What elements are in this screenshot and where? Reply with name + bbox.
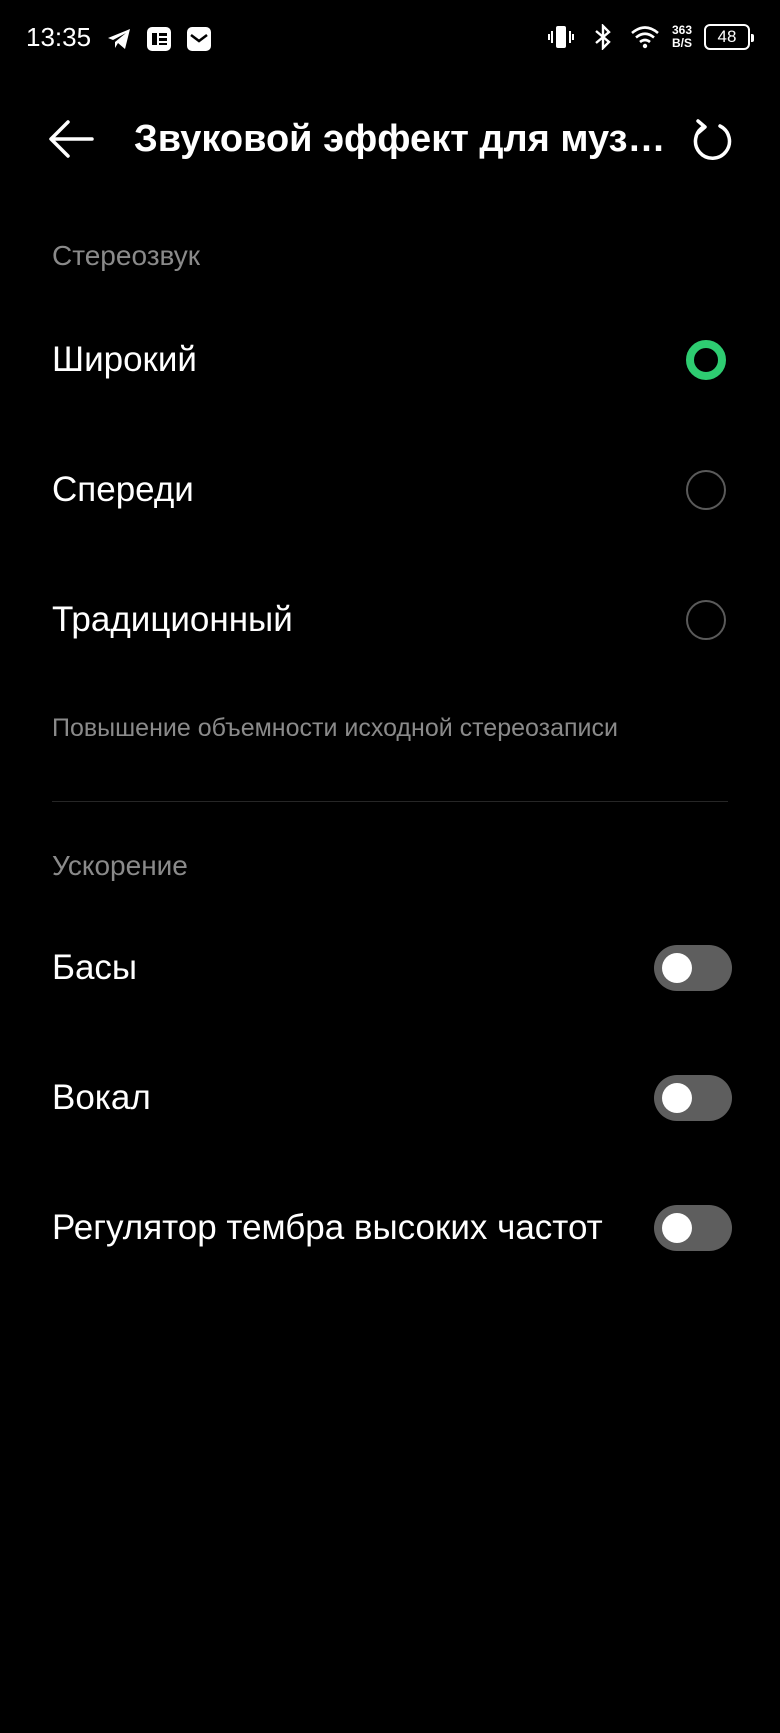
vibrate-icon [546, 22, 576, 52]
radio-selected[interactable] [686, 340, 726, 380]
network-speed: 363 B/S [672, 24, 692, 50]
screen: 13:35 363 B/S 48 Звуковой эффект для муз… [0, 0, 780, 1733]
toggle-label: Регулятор тембра высоких частот [52, 1208, 603, 1247]
battery-level: 48 [717, 27, 737, 46]
stereo-description: Повышение объемности исходной стереозапи… [52, 714, 618, 742]
stereo-option-label: Широкий [52, 340, 197, 379]
radio-unselected[interactable] [686, 600, 726, 640]
stereo-option-front[interactable]: Спереди [0, 440, 780, 540]
arrow-left-icon [49, 120, 94, 158]
radio-unselected[interactable] [686, 470, 726, 510]
toggle-knob [662, 1213, 692, 1243]
stereo-option-wide[interactable]: Широкий [0, 310, 780, 410]
page-title: Звуковой эффект для музыки [134, 118, 674, 160]
status-time: 13:35 [26, 22, 92, 52]
status-bar: 13:35 363 B/S 48 [0, 0, 780, 80]
news-icon [144, 24, 174, 54]
bluetooth-icon [588, 22, 618, 52]
wifi-icon [630, 22, 660, 52]
toggle-knob [662, 953, 692, 983]
app-header: Звуковой эффект для музыки [0, 100, 780, 180]
section-stereo-title: Стереозвук [52, 240, 201, 271]
divider [52, 801, 728, 802]
system-icons: 363 B/S 48 [546, 22, 754, 52]
notification-icons [104, 24, 214, 54]
toggle-row-treble[interactable]: Регулятор тембра высоких частот [0, 1178, 780, 1278]
stereo-option-label: Спереди [52, 470, 194, 509]
back-button[interactable] [46, 116, 96, 162]
reset-button[interactable] [690, 118, 734, 162]
telegram-icon [104, 24, 134, 54]
battery-icon: 48 [704, 24, 754, 50]
treble-toggle[interactable] [654, 1205, 732, 1251]
reset-icon [693, 119, 732, 160]
stereo-option-traditional[interactable]: Традиционный [0, 570, 780, 670]
network-speed-unit: B/S [671, 36, 692, 50]
mail-icon [184, 24, 214, 54]
toggle-label: Басы [52, 948, 138, 987]
toggle-knob [662, 1083, 692, 1113]
stereo-option-label: Традиционный [52, 600, 293, 639]
vocal-toggle[interactable] [654, 1075, 732, 1121]
section-boost-title: Ускорение [52, 850, 188, 881]
toggle-row-bass[interactable]: Басы [0, 918, 780, 1018]
toggle-label: Вокал [52, 1078, 151, 1117]
bass-toggle[interactable] [654, 945, 732, 991]
toggle-row-vocal[interactable]: Вокал [0, 1048, 780, 1148]
